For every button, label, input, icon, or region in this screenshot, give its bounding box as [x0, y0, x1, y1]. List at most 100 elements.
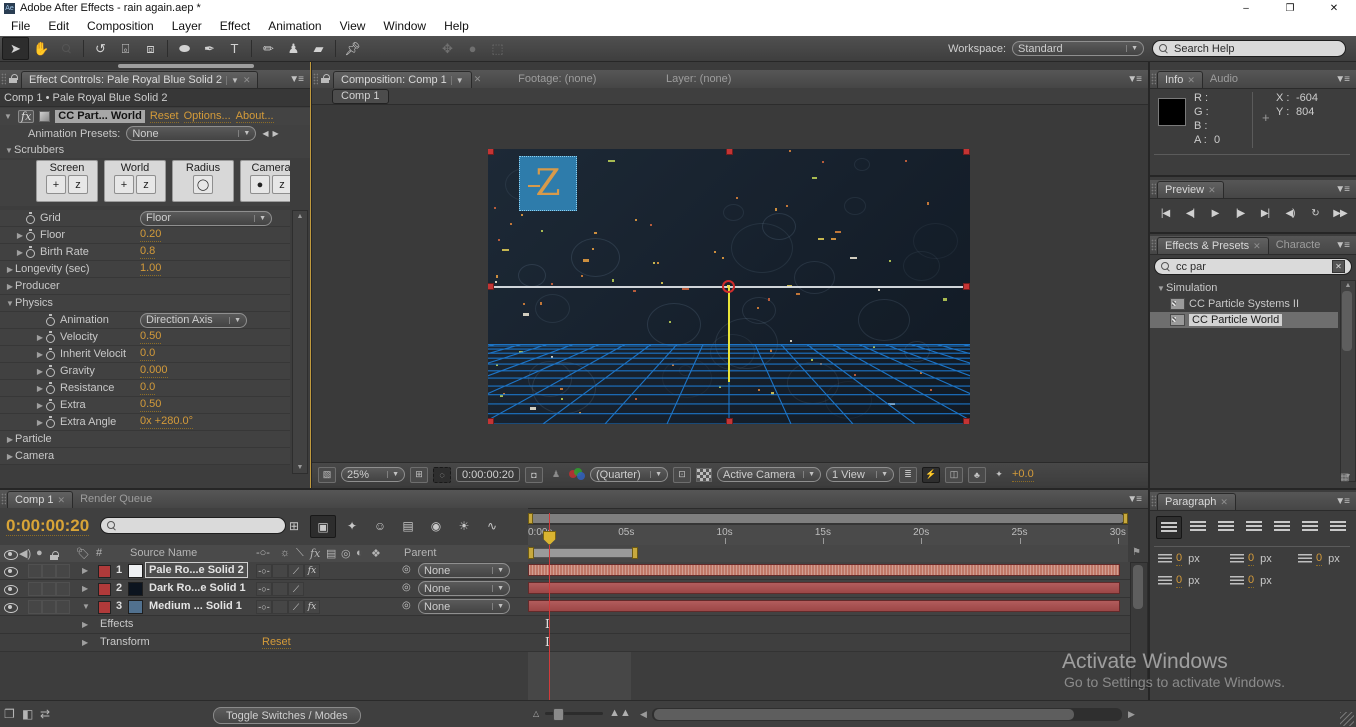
transport-button[interactable]: ↻	[1304, 203, 1326, 223]
tab-render-queue[interactable]: Render Queue	[73, 490, 159, 508]
collapse-switch[interactable]	[272, 564, 288, 578]
timeline-tool-icon[interactable]: ☀	[452, 515, 476, 536]
current-timecode[interactable]: 0:00:00:20	[6, 516, 90, 536]
navigator-handle-left[interactable]	[528, 513, 533, 524]
scrubber-icon-1[interactable]: ●	[250, 175, 270, 194]
tab-close-icon[interactable]: ✕	[1208, 185, 1216, 196]
work-area-start-handle[interactable]	[528, 547, 534, 559]
toggle-switches-modes-button[interactable]: Toggle Switches / Modes	[213, 707, 361, 724]
tab-footage[interactable]: Footage: (none)	[485, 70, 629, 88]
panel-menu-icon[interactable]: ▼≡	[1120, 490, 1148, 508]
shy-switch[interactable]: -○-	[256, 600, 272, 614]
effect-options-link[interactable]: Options...	[183, 110, 231, 123]
quality-switch[interactable]: ⟋	[288, 600, 304, 614]
property-name[interactable]: Extra Angle	[60, 416, 116, 428]
scrubber-icon-1[interactable]: +	[114, 175, 134, 194]
property-name[interactable]: Floor	[40, 229, 65, 241]
quality-column-icon[interactable]: ⟍	[296, 547, 304, 560]
eye-icon[interactable]	[4, 585, 18, 595]
reset-link[interactable]: Reset	[262, 636, 291, 649]
property-value[interactable]: 0.50	[140, 398, 162, 412]
hand-tool-icon[interactable]: ✋	[29, 38, 54, 59]
effects-tree-row[interactable]: ▼ Simulation	[1150, 280, 1338, 296]
stopwatch-icon[interactable]	[45, 331, 57, 343]
text-tool-icon[interactable]: T	[222, 38, 247, 59]
menu-item[interactable]: Animation	[259, 16, 330, 36]
show-snapshot-icon[interactable]: ♟	[548, 468, 564, 482]
timeline-tool-icon[interactable]: ☺	[368, 515, 392, 536]
parent-pick-whip-icon[interactable]: ◎	[402, 582, 411, 593]
indent-left-field[interactable]: 0 px	[1158, 552, 1200, 566]
selection-handle[interactable]	[726, 418, 733, 424]
collapse-switch[interactable]	[272, 582, 288, 596]
property-value[interactable]: 1.00	[140, 262, 162, 276]
work-area-bar[interactable]	[528, 548, 637, 558]
property-twirl-icon[interactable]: ▶	[5, 282, 15, 291]
property-dropdown[interactable]: Direction Axis ▼	[140, 312, 247, 328]
eye-icon[interactable]	[4, 567, 18, 577]
layer-twirl-icon[interactable]: ▶	[82, 566, 88, 575]
scrubbers-twirl-icon[interactable]: ▼	[4, 146, 14, 155]
property-twirl-icon[interactable]: ▶	[5, 265, 15, 274]
panel-grip[interactable]	[1, 73, 6, 85]
justify-all-button[interactable]	[1326, 516, 1350, 537]
pen-tool-icon[interactable]: ✒	[197, 38, 222, 59]
menu-item[interactable]: Edit	[39, 16, 78, 36]
motion-blur-column-icon[interactable]: ◎	[341, 547, 351, 560]
menu-item[interactable]: Composition	[78, 16, 163, 36]
effect-twirl-icon[interactable]: ▼	[3, 112, 13, 121]
axis-mode-local-icon[interactable]: ✥	[435, 38, 460, 59]
menu-item[interactable]: Effect	[211, 16, 259, 36]
lock-toggle[interactable]	[56, 582, 70, 596]
view-layout-dropdown[interactable]: 1 View ▼	[826, 467, 894, 482]
property-name[interactable]: Producer	[15, 280, 60, 292]
property-value[interactable]: 0.000	[140, 364, 168, 378]
scroll-up-icon[interactable]: ▲	[1341, 282, 1355, 289]
property-twirl-icon[interactable]: ▶	[15, 231, 25, 240]
effects-scrollbar[interactable]: ▲ ▼	[1340, 280, 1356, 482]
label-color-chip[interactable]	[98, 583, 111, 596]
close-button[interactable]: ✕	[1312, 0, 1356, 16]
layer-twirl-icon[interactable]: ▶	[82, 584, 88, 593]
tab-effects-presets[interactable]: Effects & Presets ✕	[1157, 237, 1269, 254]
tree-item-label[interactable]: Simulation	[1166, 282, 1217, 294]
scrubber-button[interactable]: Screen + z	[36, 160, 98, 202]
timeline-tool-icon[interactable]: ◉	[424, 515, 448, 536]
timeline-search-input[interactable]	[100, 517, 286, 534]
parent-column[interactable]: Parent	[404, 547, 436, 559]
pixel-aspect-icon[interactable]: ◫	[945, 466, 963, 483]
selection-tool-icon[interactable]: ➤	[2, 37, 29, 60]
layer-row[interactable]: ▶ 2 Dark Ro...e Solid 1 -○- ⟋ fx ◎ None▼	[0, 580, 1148, 598]
parent-dropdown[interactable]: None ▼	[418, 581, 510, 596]
maximize-button[interactable]: ❐	[1268, 0, 1312, 16]
audio-toggle[interactable]	[28, 600, 42, 614]
cube-3d-column-icon[interactable]: ❖	[371, 547, 381, 560]
property-name[interactable]: Animation	[60, 314, 109, 326]
navigator-bar[interactable]	[530, 514, 1124, 523]
frame-blend-column-icon[interactable]: ▤	[326, 547, 336, 560]
hscroll-left-icon[interactable]: ◀	[640, 709, 647, 720]
clone-stamp-tool-icon[interactable]: ♟	[281, 38, 306, 59]
zoom-slider-thumb[interactable]	[553, 707, 565, 721]
magnification-dropdown[interactable]: 25% ▼	[341, 467, 405, 482]
transport-button[interactable]: |▶	[1229, 203, 1251, 223]
indent-right-field[interactable]: 0 px	[1298, 552, 1340, 566]
comp-marker-bin-icon[interactable]	[1132, 547, 1141, 558]
panel-menu-icon[interactable]: ▼≡	[1120, 70, 1148, 88]
tab-dropdown-icon[interactable]: ▼	[226, 75, 239, 85]
panel-grip[interactable]	[313, 73, 318, 85]
layer-duration-bar[interactable]	[528, 564, 1120, 576]
minimize-button[interactable]: –	[1224, 0, 1268, 16]
work-area-end-handle[interactable]	[632, 547, 638, 559]
effects-search-input[interactable]: cc par ✕	[1154, 258, 1352, 275]
lock-toggle[interactable]	[56, 564, 70, 578]
menu-item[interactable]: Window	[374, 16, 435, 36]
solo-toggle[interactable]	[42, 600, 56, 614]
resolution-dropdown[interactable]: (Quarter) ▼	[590, 467, 668, 482]
effects-tree-row[interactable]: CC Particle World	[1150, 312, 1338, 328]
tab-info[interactable]: Info ✕	[1157, 71, 1203, 88]
pan-behind-tool-icon[interactable]: ⧈	[138, 38, 163, 59]
property-value[interactable]: 0.0	[140, 381, 156, 395]
tab-dropdown-icon[interactable]: ▼	[450, 75, 464, 85]
label-color-chip[interactable]	[98, 565, 111, 578]
